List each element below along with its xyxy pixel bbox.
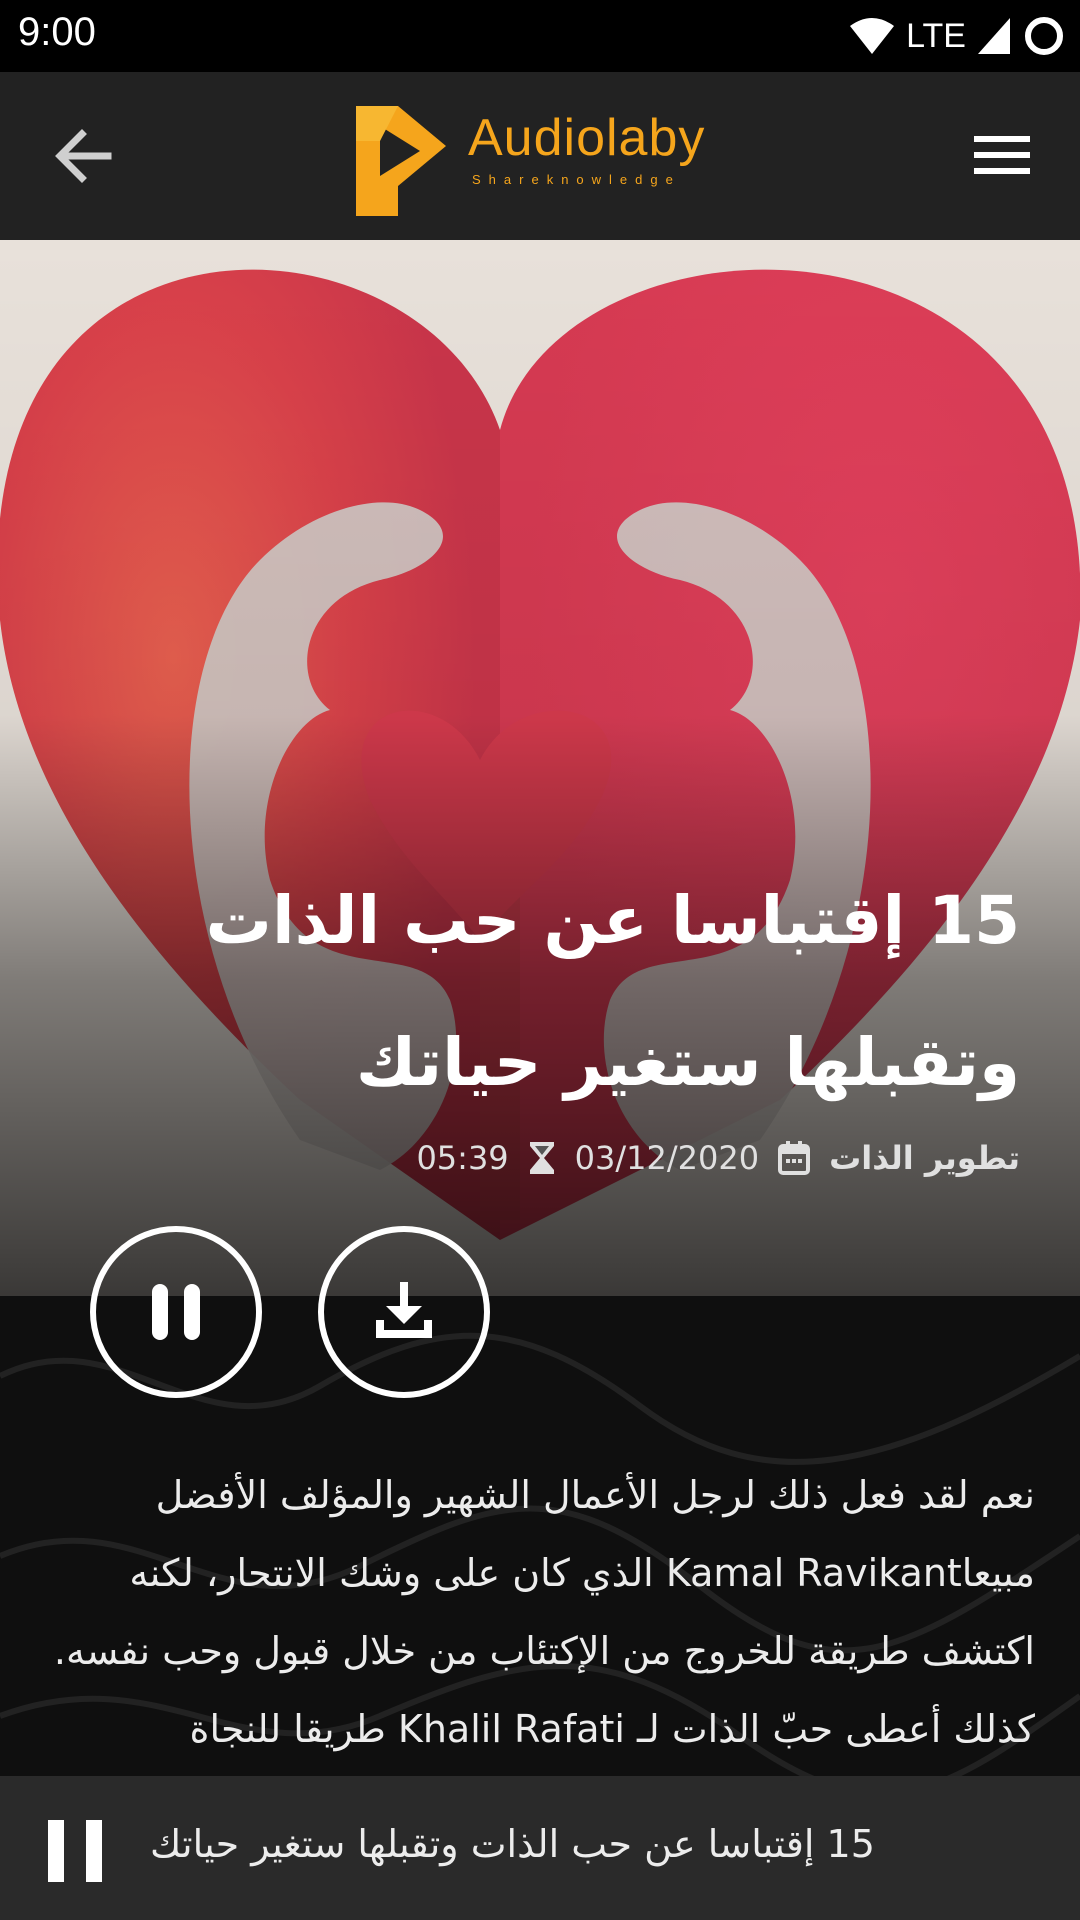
mini-player[interactable]: 15 إقتباسا عن حب الذات وتقبلها ستغير حيا… — [0, 1776, 1080, 1920]
logo-mark-icon — [356, 106, 446, 216]
battery-circle-icon — [1025, 17, 1063, 55]
cell-signal-icon — [978, 18, 1010, 54]
article-description: نعم لقد فعل ذلك لرجل الأعمال الشهير والم… — [53, 1473, 1035, 1751]
pause-icon — [152, 1284, 200, 1340]
article-meta: تطوير الذات 03/12/2020 05:39 — [416, 1128, 1020, 1188]
status-icons: LTE — [848, 14, 1066, 58]
logo-tagline: Shareknowledge — [472, 172, 681, 187]
mini-player-title: 15 إقتباسا عن حب الذات وتقبلها ستغير حيا… — [150, 1822, 875, 1866]
hamburger-menu-icon — [974, 136, 1030, 174]
back-button[interactable] — [48, 124, 120, 188]
arrow-left-icon — [55, 129, 112, 183]
network-type-label: LTE — [906, 16, 966, 55]
calendar-icon — [778, 1141, 811, 1175]
menu-button[interactable] — [968, 126, 1038, 186]
mini-pause-icon[interactable] — [48, 1820, 104, 1882]
article-duration: 05:39 — [416, 1139, 509, 1177]
hourglass-icon — [529, 1142, 554, 1174]
play-pause-button[interactable] — [90, 1226, 262, 1398]
article-category[interactable]: تطوير الذات — [829, 1139, 1020, 1177]
status-time: 9:00 — [18, 10, 96, 54]
download-icon — [376, 1282, 432, 1338]
article-date: 03/12/2020 — [574, 1139, 760, 1177]
hero-image: 15 إقتباسا عن حب الذات وتقبلها ستغير حيا… — [0, 240, 1080, 1296]
status-bar: 9:00 LTE — [0, 0, 1080, 72]
download-button[interactable] — [318, 1226, 490, 1398]
wifi-icon — [850, 18, 895, 54]
logo-text: Audiolaby — [468, 109, 706, 167]
article-title: 15 إقتباسا عن حب الذات وتقبلها ستغير حيا… — [205, 882, 1020, 1101]
app-bar: Audiolaby Shareknowledge — [0, 72, 1080, 240]
app-logo: Audiolaby Shareknowledge — [350, 96, 730, 216]
